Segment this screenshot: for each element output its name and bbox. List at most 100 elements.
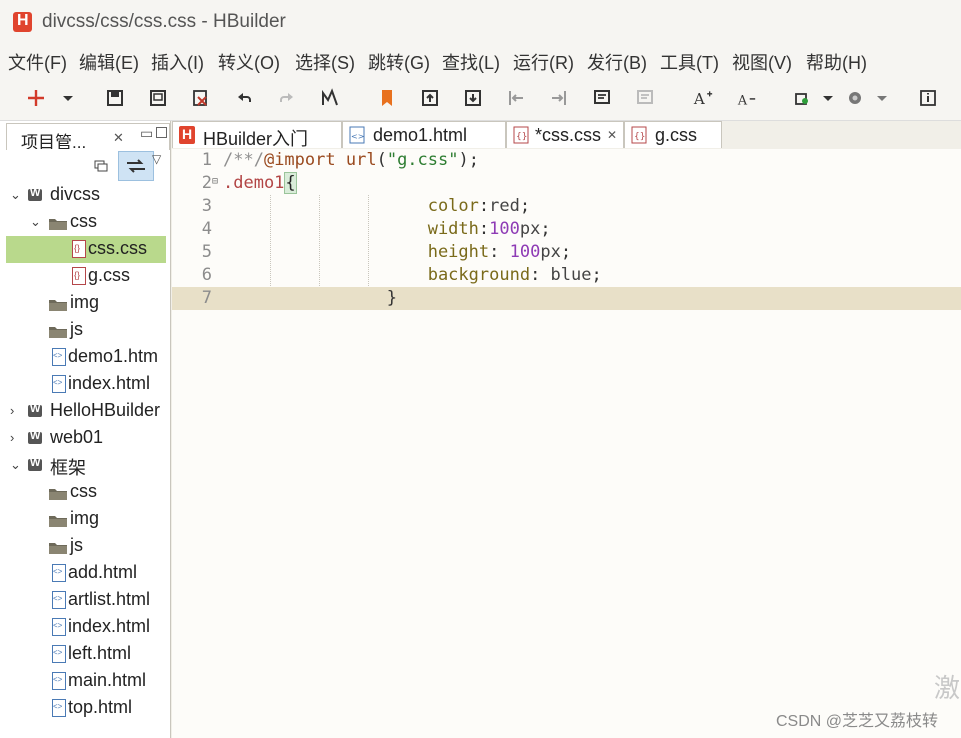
tab-label: demo1.html	[373, 125, 468, 145]
run-icon[interactable]	[792, 88, 812, 108]
tree-item-project[interactable]: › web01	[6, 425, 166, 452]
menu-goto[interactable]: 跳转(G)	[368, 49, 430, 75]
code-line[interactable]: 2 ⊟ .demo1{	[172, 172, 961, 195]
code-token: .demo1	[223, 173, 285, 193]
html-file-icon	[52, 348, 66, 366]
menu-edit[interactable]: 编辑(E)	[79, 49, 139, 75]
save-icon[interactable]	[105, 88, 125, 108]
menu-help[interactable]: 帮助(H)	[806, 49, 867, 75]
font-increase-icon[interactable]: A	[693, 88, 717, 108]
folder-icon	[48, 323, 68, 338]
comment-icon[interactable]	[592, 88, 612, 108]
link-editor-button[interactable]	[118, 151, 154, 181]
tree-item-project[interactable]: ⌄ 框架	[6, 452, 166, 479]
tree-item-html[interactable]: index.html	[6, 614, 166, 641]
undo-icon[interactable]	[234, 88, 254, 108]
indent-right-icon[interactable]	[549, 88, 569, 108]
menu-select[interactable]: 选择(S)	[295, 49, 355, 75]
save-all-icon[interactable]	[148, 88, 168, 108]
chevron-right-icon[interactable]: ›	[10, 430, 14, 445]
maximize-icon[interactable]	[156, 127, 167, 138]
tree-item-html[interactable]: index.html	[6, 371, 166, 398]
menu-run[interactable]: 运行(R)	[513, 49, 574, 75]
info-icon[interactable]	[918, 88, 938, 108]
new-dropdown-icon[interactable]	[58, 88, 73, 108]
code-line[interactable]: 5 height: 100px;	[172, 241, 961, 264]
tree-item-folder[interactable]: ⌄ css	[6, 209, 166, 236]
code-line[interactable]: 6 background: blue;	[172, 264, 961, 287]
tree-item-folder[interactable]: img	[6, 506, 166, 533]
code-line[interactable]: 3 color:red;	[172, 195, 961, 218]
code-token: {	[284, 172, 297, 194]
close-file-icon[interactable]	[191, 88, 211, 108]
web-project-icon	[28, 403, 42, 417]
indent-left-icon[interactable]	[506, 88, 526, 108]
view-menu-chevron-down-icon[interactable]: ▽	[152, 152, 161, 166]
goto-top-icon[interactable]	[420, 88, 440, 108]
menu-file[interactable]: 文件(F)	[8, 49, 67, 75]
tree-item-label: css.css	[88, 238, 148, 258]
tree-item-html[interactable]: main.html	[6, 668, 166, 695]
tree-item-label: left.html	[68, 643, 132, 663]
tree-item-html[interactable]: left.html	[6, 641, 166, 668]
minimize-icon[interactable]: ▭	[140, 125, 153, 142]
menu-escape[interactable]: 转义(O)	[218, 49, 280, 75]
font-decrease-icon[interactable]: A	[737, 88, 759, 108]
tree-item-project[interactable]: ⌄ divcss	[6, 182, 166, 209]
uncomment-icon[interactable]	[635, 88, 655, 108]
tab-hbuilder-intro[interactable]: H HBuilder入门	[172, 121, 342, 149]
tree-item-html[interactable]: artlist.html	[6, 587, 166, 614]
collapse-all-icon[interactable]	[94, 159, 108, 172]
code-text: }	[223, 288, 397, 308]
folder-icon	[48, 296, 68, 311]
close-icon[interactable]: ✕	[113, 130, 124, 146]
code-text: background: blue;	[223, 265, 602, 285]
tab-css-css[interactable]: {} *css.css ✕	[506, 121, 624, 148]
run-dropdown-icon[interactable]	[818, 88, 833, 108]
format-icon[interactable]	[320, 88, 340, 108]
new-icon[interactable]	[26, 88, 46, 108]
close-icon[interactable]: ✕	[607, 128, 617, 142]
tree-item-html[interactable]: top.html	[6, 695, 166, 722]
fold-toggle-icon[interactable]: ⊟	[212, 176, 218, 187]
tree-item-folder[interactable]: js	[6, 533, 166, 560]
tree-item-css[interactable]: g.css	[6, 263, 166, 290]
tree-item-html[interactable]: add.html	[6, 560, 166, 587]
bookmark-icon[interactable]	[377, 88, 397, 108]
menu-insert[interactable]: 插入(I)	[151, 49, 204, 75]
menu-publish[interactable]: 发行(B)	[587, 49, 647, 75]
tree-item-label: main.html	[68, 670, 147, 690]
menu-find[interactable]: 查找(L)	[442, 49, 500, 75]
folder-icon	[48, 215, 68, 230]
tab-g-css[interactable]: {} g.css	[624, 121, 722, 148]
browser-dropdown-icon[interactable]	[872, 88, 887, 108]
tree-item-folder[interactable]: img	[6, 290, 166, 317]
svg-text:{}: {}	[516, 132, 527, 142]
tree-item-html[interactable]: demo1.htm	[6, 344, 166, 371]
tab-demo1-html[interactable]: <> demo1.html	[342, 121, 506, 148]
chevron-down-icon[interactable]: ⌄	[30, 214, 41, 230]
chevron-down-icon[interactable]: ⌄	[10, 457, 21, 473]
tree-item-label: artlist.html	[68, 589, 151, 609]
code-line[interactable]: 4 width:100px;	[172, 218, 961, 241]
menu-tools[interactable]: 工具(T)	[660, 49, 719, 75]
project-panel-tab[interactable]: 项目管... ✕ ▭	[6, 123, 170, 152]
watermark-text: CSDN @芝芝又荔枝转	[776, 713, 939, 730]
chevron-down-icon[interactable]: ⌄	[10, 187, 21, 203]
tree-item-folder[interactable]: css	[6, 479, 166, 506]
tree-item-css[interactable]: css.css	[6, 236, 166, 263]
code-line[interactable]: 1 /**/@import url("g.css");	[172, 149, 961, 172]
tree-item-project[interactable]: › HelloHBuilder	[6, 398, 166, 425]
chevron-right-icon[interactable]: ›	[10, 403, 14, 418]
browser-preview-icon[interactable]	[845, 88, 865, 108]
code-editor[interactable]: 1/**/@import url("g.css"); 2 ⊟ .demo1{3 col…	[172, 149, 961, 738]
menu-view[interactable]: 视图(V)	[732, 49, 792, 75]
line-number: 5	[201, 242, 212, 262]
tree-item-folder[interactable]: js	[6, 317, 166, 344]
line-number: 2	[201, 173, 212, 193]
goto-bottom-icon[interactable]	[463, 88, 483, 108]
redo-icon[interactable]	[277, 88, 297, 108]
line-number: 4	[201, 219, 212, 239]
code-line[interactable]: 7 }	[172, 287, 961, 310]
